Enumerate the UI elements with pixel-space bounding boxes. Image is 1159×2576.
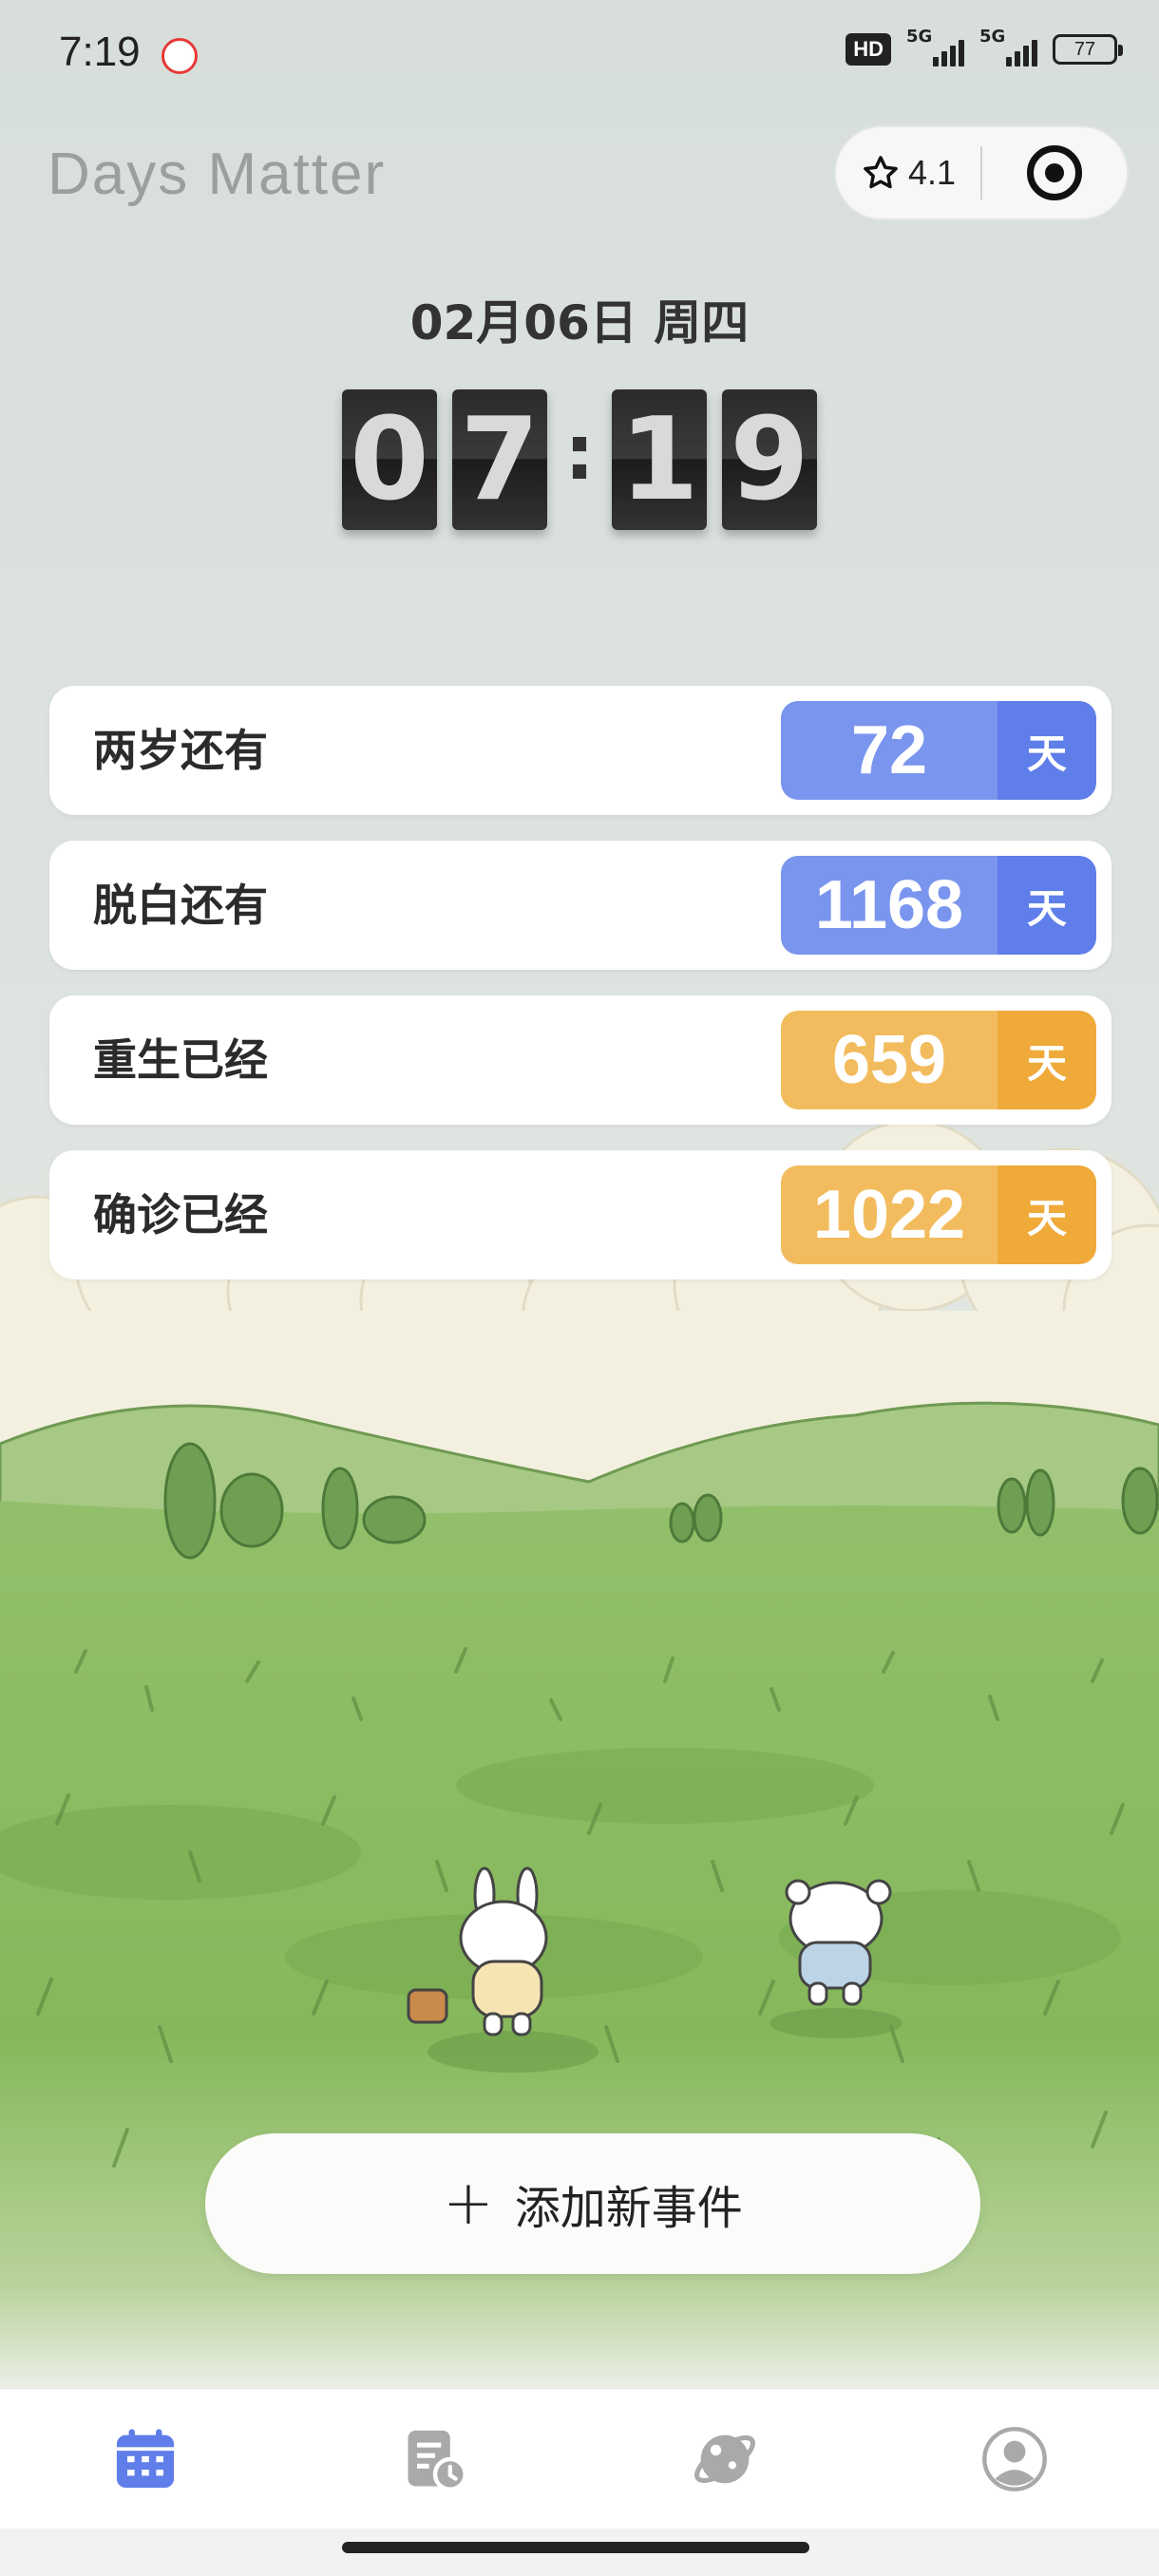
home-indicator[interactable] [342,2542,809,2553]
rating-button[interactable]: 4.1 [836,153,980,193]
status-indicators: HD 5G 5G 77 [846,27,1123,66]
event-title: 重生已经 [93,1034,268,1086]
rating-value: 4.1 [907,153,957,192]
days-count: 1168 [781,856,998,955]
tab-calendar[interactable] [0,2389,290,2529]
clock-digit: 9 [722,389,817,530]
event-card[interactable]: 两岁还有 72 天 [49,686,1112,815]
days-badge: 1022 天 [781,1165,1096,1264]
profile-icon [981,2427,1047,2491]
days-count: 72 [781,701,998,800]
flip-clock: 0 7 : 1 9 [0,389,1159,530]
tab-discover[interactable] [580,2389,869,2529]
calendar-icon [116,2429,174,2489]
add-event-button[interactable]: + 添加新事件 [205,2133,980,2274]
history-list-icon [408,2430,467,2491]
days-unit: 天 [998,856,1096,955]
clock-colon: : [564,407,595,497]
event-card[interactable]: 重生已经 659 天 [49,995,1112,1125]
days-count: 659 [781,1011,998,1109]
network-type-label: 5G [979,27,1006,47]
tab-history[interactable] [290,2389,580,2529]
plus-icon: + [443,2169,494,2239]
planet-icon [694,2434,755,2484]
app-title: Days Matter [48,142,387,207]
mini-program-capsule: 4.1 [834,125,1129,220]
days-count: 1022 [781,1165,998,1264]
signal-icon: 5G [906,27,964,66]
status-time: 7:19 [59,28,141,75]
days-badge: 1168 天 [781,856,1096,955]
app-notification-icon [162,38,198,74]
event-title: 两岁还有 [93,725,268,776]
bottom-tab-bar [0,2388,1159,2529]
tab-profile[interactable] [869,2389,1159,2529]
days-unit: 天 [998,1165,1096,1264]
days-badge: 72 天 [781,701,1096,800]
target-icon [1027,145,1082,200]
days-unit: 天 [998,1011,1096,1109]
event-title: 确诊已经 [93,1189,268,1241]
clock-digit: 1 [612,389,707,530]
days-badge: 659 天 [781,1011,1096,1109]
clock-digit: 7 [452,389,547,530]
days-unit: 天 [998,701,1096,800]
event-title: 脱白还有 [93,880,268,931]
add-event-label: 添加新事件 [514,2182,743,2235]
star-icon [864,156,898,189]
clock-digit: 0 [342,389,437,530]
network-type-label: 5G [906,27,933,47]
battery-icon: 77 [1053,34,1123,65]
event-card[interactable]: 脱白还有 1168 天 [49,841,1112,970]
battery-level: 77 [1074,38,1096,60]
event-card[interactable]: 确诊已经 1022 天 [49,1150,1112,1279]
current-date: 02月06日 周四 [409,295,750,350]
hd-icon: HD [846,33,891,66]
close-mini-program-button[interactable] [982,145,1127,200]
signal-icon: 5G [979,27,1037,66]
